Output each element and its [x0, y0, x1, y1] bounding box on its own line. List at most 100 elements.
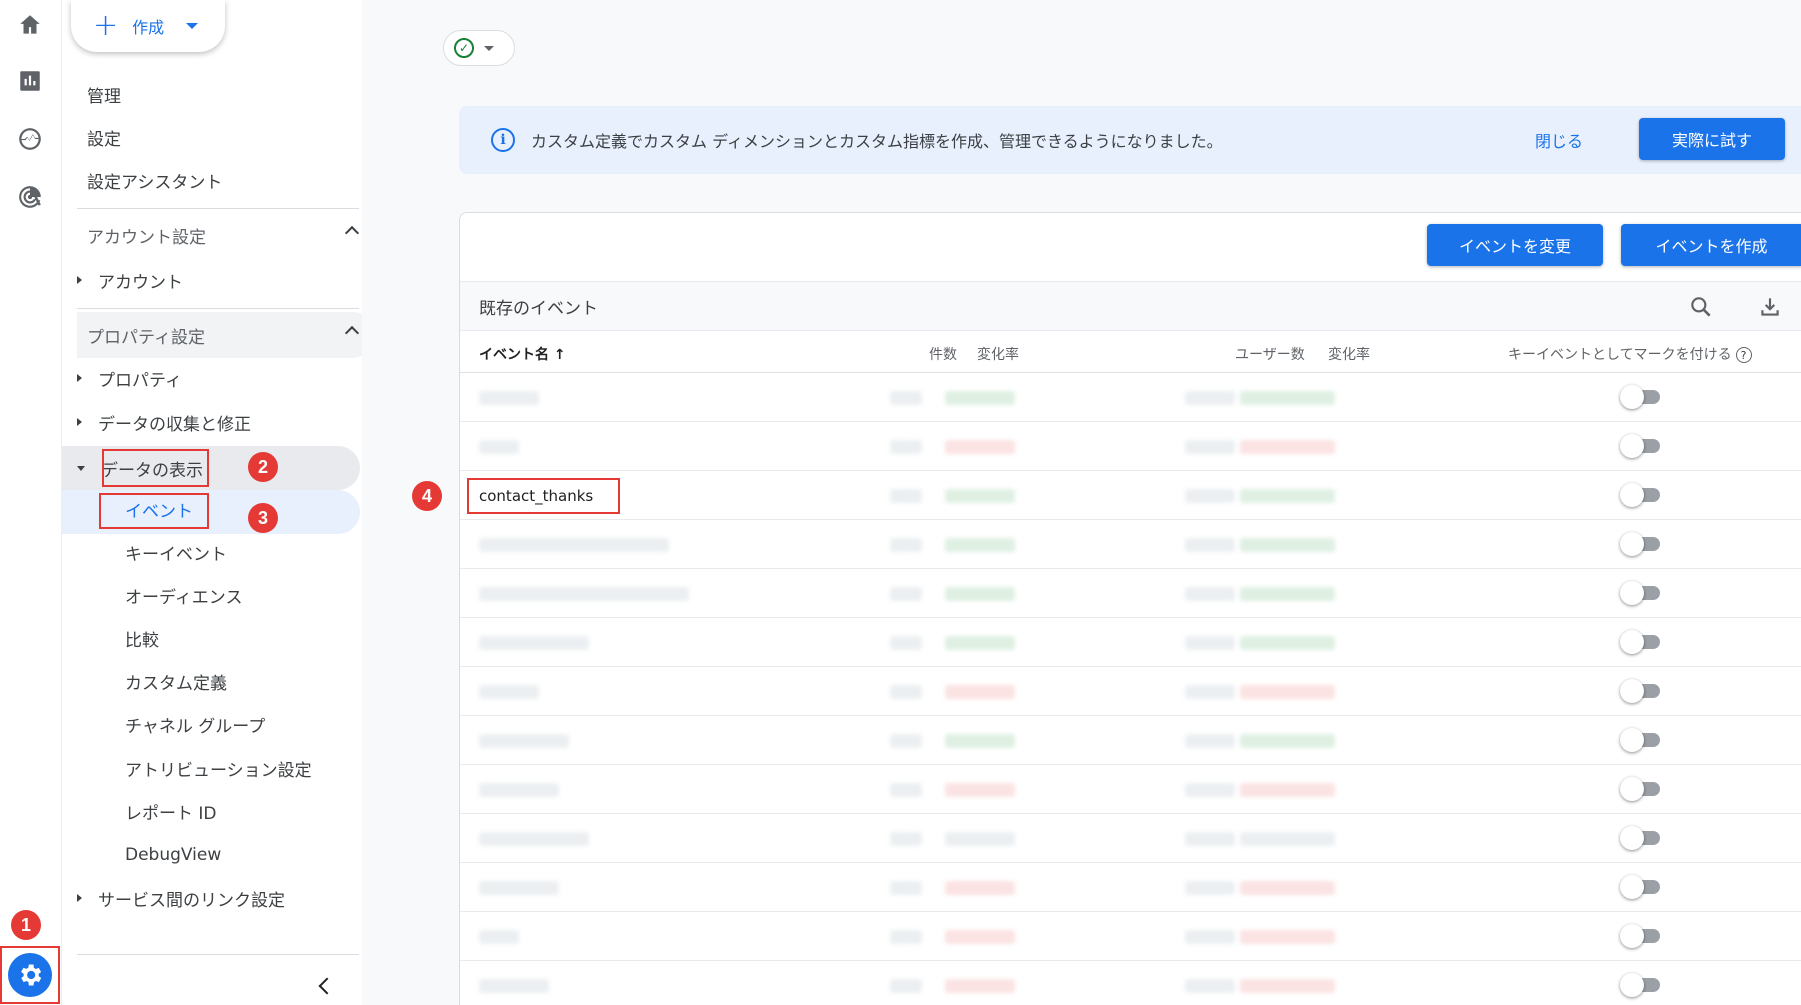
table-row[interactable]: [460, 569, 1801, 618]
blurred-value: [1185, 391, 1235, 405]
highlight-box-data-display: [102, 449, 209, 487]
left-rail: [0, 0, 62, 1005]
divider: [77, 308, 359, 309]
property-settings-header[interactable]: プロパティ設定: [77, 312, 375, 358]
download-icon[interactable]: [1757, 294, 1783, 320]
nav-item-admin[interactable]: 管理: [87, 74, 121, 114]
nav-sub-item-channel-groups[interactable]: チャネル グループ: [125, 704, 265, 744]
blurred-value: [890, 391, 922, 405]
table-row[interactable]: [460, 618, 1801, 667]
col-users[interactable]: ユーザー数: [1235, 344, 1305, 364]
nav-sub-item-debugview[interactable]: DebugView: [125, 835, 221, 875]
table-row[interactable]: [460, 422, 1801, 471]
table-row[interactable]: [460, 520, 1801, 569]
nav-sub-item-attribution-settings[interactable]: アトリビューション設定: [125, 748, 312, 788]
table-row[interactable]: [460, 716, 1801, 765]
table-row[interactable]: [460, 912, 1801, 961]
table-row[interactable]: [460, 863, 1801, 912]
blurred-event-name: [479, 587, 689, 601]
modify-event-button[interactable]: イベントを変更: [1427, 224, 1603, 266]
key-event-toggle[interactable]: [1620, 532, 1662, 556]
help-icon[interactable]: ?: [1735, 347, 1752, 363]
blurred-value: [1240, 587, 1335, 601]
banner-close-button[interactable]: 閉じる: [1535, 128, 1583, 152]
key-event-toggle[interactable]: [1620, 973, 1662, 997]
key-event-toggle[interactable]: [1620, 434, 1662, 458]
nav-item-property-label: プロパティ: [98, 370, 182, 391]
blurred-value: [1240, 440, 1335, 454]
col-mark-key-event: キーイベントとしてマークを付ける?: [1508, 344, 1752, 364]
blurred-value: [945, 881, 1015, 895]
blurred-value: [1240, 685, 1335, 699]
blurred-value: [1240, 636, 1335, 650]
account-settings-header[interactable]: アカウント設定: [77, 212, 375, 258]
key-event-toggle[interactable]: [1620, 826, 1662, 850]
key-event-toggle[interactable]: [1620, 385, 1662, 409]
main-content: ✓ i カスタム定義でカスタム ディメンションとカスタム指標を作成、管理できるよ…: [362, 0, 1801, 1005]
key-event-toggle[interactable]: [1620, 875, 1662, 899]
blurred-value: [1185, 636, 1235, 650]
nav-item-product-links[interactable]: サービス間のリンク設定: [77, 878, 285, 918]
toggle-knob: [1620, 728, 1644, 752]
col-users-change: 変化率: [1328, 347, 1370, 363]
toggle-knob: [1620, 630, 1644, 654]
blurred-value: [1240, 979, 1335, 993]
key-event-toggle[interactable]: [1620, 777, 1662, 801]
blurred-value: [1240, 783, 1335, 797]
expand-down-icon: [77, 465, 85, 471]
toggle-knob: [1620, 924, 1644, 948]
step-badge-2: 2: [248, 452, 278, 482]
nav-sub-item-audiences[interactable]: オーディエンス: [125, 575, 242, 615]
col-event-name[interactable]: イベント名 ↑: [479, 344, 566, 364]
create-event-button[interactable]: イベントを作成: [1621, 224, 1801, 266]
nav-item-settings[interactable]: 設定: [87, 117, 121, 157]
key-event-toggle[interactable]: [1620, 924, 1662, 948]
property-status-chip[interactable]: ✓: [443, 30, 515, 66]
blurred-value: [1185, 881, 1235, 895]
nav-sub-item-reporting-id[interactable]: レポート ID: [125, 791, 217, 831]
nav-item-property[interactable]: プロパティ: [77, 358, 182, 398]
search-icon[interactable]: [1688, 294, 1714, 320]
table-row[interactable]: [460, 765, 1801, 814]
gear-icon[interactable]: [8, 953, 52, 997]
nav-item-setup-assistant[interactable]: 設定アシスタント: [87, 160, 222, 200]
toggle-knob: [1620, 875, 1644, 899]
blurred-value: [1185, 489, 1235, 503]
blurred-value: [945, 979, 1015, 993]
key-event-toggle[interactable]: [1620, 581, 1662, 605]
blurred-event-name: [479, 979, 549, 993]
expand-right-icon: [77, 276, 82, 284]
explore-icon[interactable]: [15, 124, 45, 154]
table-row[interactable]: [460, 961, 1801, 1005]
advertising-icon[interactable]: [15, 182, 45, 212]
table-row[interactable]: contact_thanks: [460, 471, 1801, 520]
toggle-knob: [1620, 777, 1644, 801]
blurred-value: [1240, 832, 1335, 846]
collapse-nav-chevron-icon[interactable]: [318, 977, 336, 995]
banner-try-button[interactable]: 実際に試す: [1639, 118, 1785, 160]
nav-sub-item-key-events[interactable]: キーイベント: [125, 532, 227, 572]
key-event-toggle[interactable]: [1620, 679, 1662, 703]
nav-item-account[interactable]: アカウント: [77, 260, 183, 300]
blurred-value: [1185, 832, 1235, 846]
nav-item-data-collection[interactable]: データの収集と修正: [77, 402, 251, 442]
table-row[interactable]: [460, 814, 1801, 863]
blurred-value: [1240, 391, 1335, 405]
blurred-value: [890, 783, 922, 797]
table-row[interactable]: [460, 667, 1801, 716]
nav-sub-item-comparisons[interactable]: 比較: [125, 618, 159, 658]
home-icon[interactable]: [15, 10, 45, 40]
create-button[interactable]: + 作成: [71, 0, 225, 52]
blurred-value: [890, 734, 922, 748]
blurred-value: [890, 832, 922, 846]
admin-gear-highlight[interactable]: [0, 946, 60, 1004]
col-count[interactable]: 件数: [929, 344, 957, 364]
reports-icon[interactable]: [15, 66, 45, 96]
key-event-toggle[interactable]: [1620, 728, 1662, 752]
table-row[interactable]: [460, 373, 1801, 422]
nav-sub-item-custom-definitions[interactable]: カスタム定義: [125, 661, 227, 701]
key-event-toggle[interactable]: [1620, 483, 1662, 507]
chevron-up-icon: [344, 225, 360, 241]
key-event-toggle[interactable]: [1620, 630, 1662, 654]
blurred-value: [890, 979, 922, 993]
